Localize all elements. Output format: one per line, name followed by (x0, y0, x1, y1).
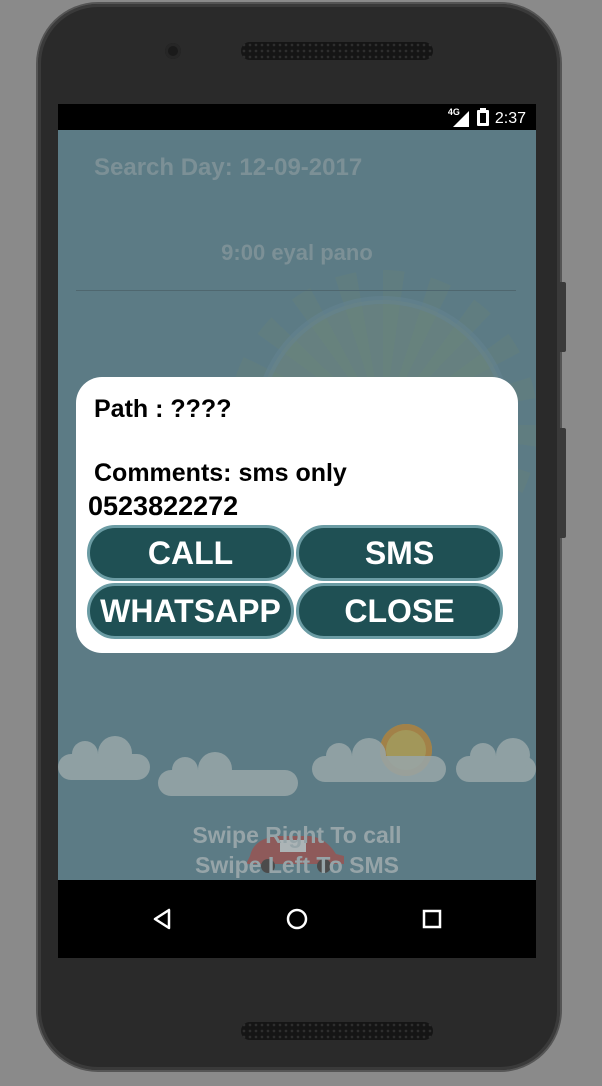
contact-dialog: Path : ???? Comments: sms only 052382227… (76, 377, 518, 653)
top-speaker-grille (241, 42, 433, 60)
phone-number: 0523822272 (88, 491, 239, 521)
signal-icon: 4G (448, 107, 471, 127)
navigation-bar (58, 880, 536, 958)
path-label: Path : ???? (94, 395, 232, 423)
whatsapp-button[interactable]: WHATSAPP (87, 583, 294, 639)
front-camera (165, 43, 181, 59)
device-screen: 4G 2:37 Search Day: 12-09-2017 9:00 eyal… (58, 104, 536, 958)
home-circle-icon[interactable] (282, 904, 312, 934)
sms-button[interactable]: SMS (296, 525, 503, 581)
status-bar: 4G 2:37 (58, 104, 536, 130)
bottom-speaker-grille (241, 1022, 433, 1040)
recents-square-icon[interactable] (417, 904, 447, 934)
network-type: 4G (447, 107, 460, 117)
close-button[interactable]: CLOSE (296, 583, 503, 639)
status-time: 2:37 (494, 110, 526, 127)
comments-label: Comments: sms only (94, 459, 347, 487)
call-button[interactable]: CALL (87, 525, 294, 581)
power-button (558, 428, 566, 538)
battery-icon (476, 108, 489, 130)
back-triangle-icon[interactable] (147, 904, 177, 934)
volume-button (558, 282, 566, 352)
